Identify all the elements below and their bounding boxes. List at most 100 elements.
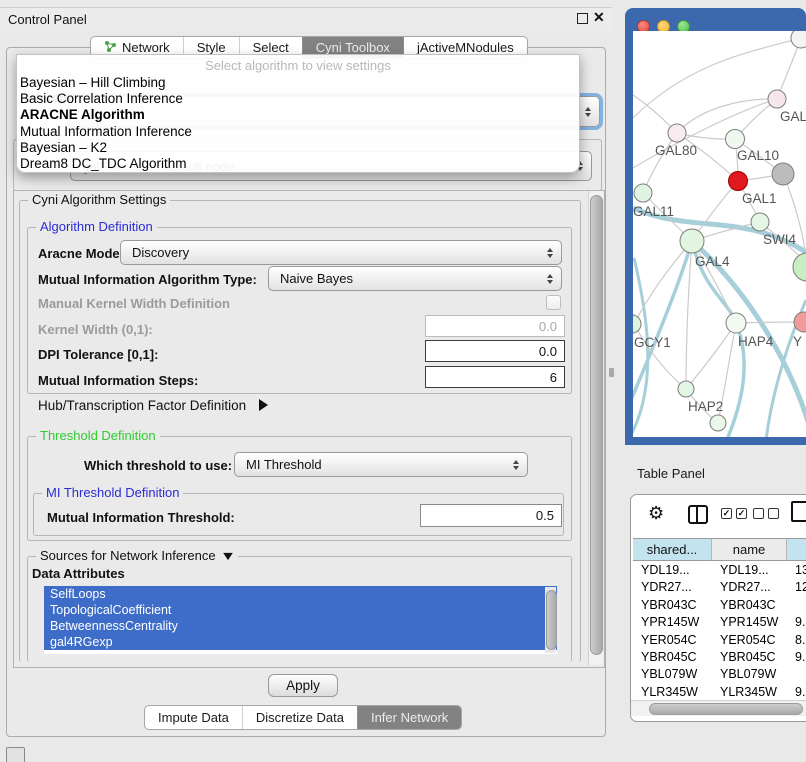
table-cell[interactable]: YPR145W [633,614,712,631]
split-columns-icon[interactable] [688,505,708,524]
network-node-label: GAL80 [655,143,697,158]
table-cell[interactable]: YDR27... [712,579,787,596]
data-attribute-item[interactable]: BetweennessCentrality [44,618,557,634]
scrollbar-thumb[interactable] [649,703,803,715]
algorithm-option[interactable]: Dream8 DC_TDC Algorithm [17,156,579,172]
table-cell[interactable]: YDR27... [633,579,712,596]
hub-definition-label: Hub/Transcription Factor Definition [38,398,246,413]
algorithm-option[interactable]: Mutual Information Inference [17,124,579,140]
panel-divider-grip[interactable] [609,368,614,377]
table-cell[interactable]: 9. [787,684,806,701]
float-window-icon[interactable] [577,13,588,24]
table-cell[interactable]: YER054C [712,632,787,649]
network-node-gal10[interactable] [726,130,745,149]
network-node-gal80[interactable] [668,124,686,142]
network-edge[interactable] [643,133,677,193]
network-node[interactable] [772,163,794,185]
network-node-gcy1[interactable] [633,315,641,333]
mi-steps-value: 6 [550,370,557,385]
sources-group-title-wrap[interactable]: Sources for Network Inference [36,549,238,563]
network-node[interactable] [793,253,806,281]
table-horizontal-scrollbar[interactable] [631,700,806,716]
mi-threshold-field[interactable]: 0.5 [420,504,562,527]
network-edge[interactable] [686,323,736,389]
table-cell[interactable]: 13 [787,562,806,579]
network-node-gal4[interactable] [680,229,704,253]
table-cell[interactable] [787,666,806,683]
gear-icon[interactable]: ⚙ [648,503,664,524]
aracne-mode-value: Discovery [132,245,189,260]
unselect-columns-icon[interactable] [753,508,779,519]
dpi-tolerance-field[interactable]: 0.0 [425,340,565,362]
combo-stepper-icon [513,460,519,470]
algorithm-option[interactable]: Bayesian – Hill Climbing [17,75,579,91]
scrollbar-thumb[interactable] [546,590,557,650]
table-column-header[interactable]: name [712,538,787,561]
tab-infer-network[interactable]: Infer Network [357,706,461,729]
table-cell[interactable]: YLR345W [633,684,712,701]
data-attribute-item[interactable]: SelfLoops [44,586,557,602]
network-canvas[interactable]: GALGAL80GAL10GAL1GAL11SWI4GAL4GCY1HAP4YH… [633,31,806,437]
network-edge[interactable] [634,241,692,324]
scrollbar-thumb[interactable] [590,195,603,655]
table-cell[interactable]: 12 [787,579,806,596]
table-cell[interactable] [787,597,806,614]
table-column-header[interactable]: shared... [633,538,712,561]
tab-discretize-data[interactable]: Discretize Data [242,706,357,729]
network-edge-thick[interactable] [633,241,692,400]
network-node-swi4[interactable] [751,213,769,231]
table-cell[interactable]: YPR145W [712,614,787,631]
network-node[interactable] [710,415,726,431]
table-cell[interactable]: 8. [787,632,806,649]
data-attribute-item[interactable]: TopologicalCoefficient [44,602,557,618]
table-cell[interactable]: YER054C [633,632,712,649]
table-panel: ⚙ ✓✓ shared...nameA YDL19...YDL19...13YD… [630,494,806,722]
restore-panel-icon[interactable] [6,747,25,762]
table-cell[interactable]: YBL079W [633,666,712,683]
algorithm-option[interactable]: Basic Correlation Inference [17,91,579,107]
aracne-mode-combobox[interactable]: Discovery [120,240,562,265]
network-node-hap4[interactable] [726,313,746,333]
attributes-scrollbar[interactable] [545,587,556,653]
table-column-header[interactable]: A [787,538,806,561]
tab-impute-data[interactable]: Impute Data [145,706,242,729]
kernel-width-field[interactable]: 0.0 [425,315,565,337]
table-cell[interactable]: 9. [787,614,806,631]
settings-vertical-scrollbar[interactable] [588,191,603,665]
data-attributes-list[interactable]: SelfLoopsTopologicalCoefficientBetweenne… [44,586,557,654]
algorithm-option[interactable]: ARACNE Algorithm [17,107,579,123]
apply-button[interactable]: Apply [268,674,338,697]
network-node[interactable] [791,31,806,48]
import-table-icon[interactable] [791,501,806,522]
table-cell[interactable]: YBR043C [633,597,712,614]
network-node-hap2[interactable] [678,381,694,397]
mi-steps-label: Mutual Information Steps: [38,373,198,388]
hub-definition-toggle[interactable]: Hub/Transcription Factor Definition [38,398,268,413]
tab-label: Select [253,40,289,55]
network-node-gal[interactable] [768,90,786,108]
manual-kernel-checkbox[interactable] [546,295,561,310]
table-cell[interactable]: YBR045C [712,649,787,666]
table-cell[interactable]: YBR043C [712,597,787,614]
table-cell[interactable]: YLR345W [712,684,787,701]
close-panel-icon[interactable]: ✕ [593,9,605,26]
network-node-gal11[interactable] [634,184,652,202]
network-node-label: GAL11 [633,204,674,219]
network-edge[interactable] [686,241,692,389]
table-cell[interactable]: YBR045C [633,649,712,666]
table-cell[interactable]: YDL19... [633,562,712,579]
network-node-gal1[interactable] [729,172,748,191]
network-node-label: SWI4 [763,232,796,247]
table-cell[interactable]: YDL19... [712,562,787,579]
select-columns-icon[interactable]: ✓✓ [721,508,747,519]
which-threshold-combobox[interactable]: MI Threshold [234,452,528,477]
network-node-label: HAP2 [688,399,723,414]
mi-steps-field[interactable]: 6 [425,366,565,388]
data-attribute-item[interactable]: gal4RGexp [44,634,557,650]
mi-threshold-group-title: MI Threshold Definition [42,486,183,500]
table-cell[interactable]: 9. [787,649,806,666]
table-cell[interactable]: YBL079W [712,666,787,683]
network-node-label: Y [793,334,802,349]
mi-type-combobox[interactable]: Naive Bayes [268,266,562,291]
algorithm-option[interactable]: Bayesian – K2 [17,140,579,156]
